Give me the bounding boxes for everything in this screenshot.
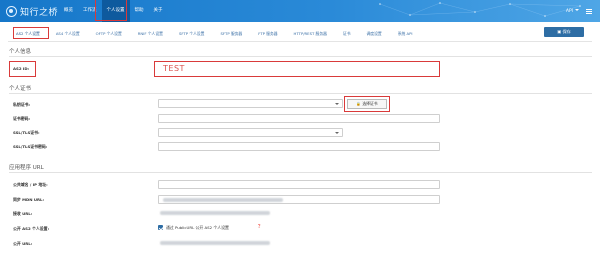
tab-as4[interactable]: AS4 个人设置 — [48, 28, 88, 40]
logo-text: 知行之桥 — [20, 7, 59, 18]
user-menu[interactable]: API — [566, 9, 579, 14]
tls-cert-label: SSL/TLS证书: — [13, 130, 40, 135]
chevron-down-icon — [335, 103, 339, 105]
redacted-value — [160, 211, 270, 215]
tab-oftp[interactable]: OFTP 个人设置 — [88, 28, 130, 40]
tab-sftp[interactable]: SFTP 个人设置 — [171, 28, 213, 40]
tab-highlight-box — [13, 27, 49, 39]
redacted-value — [160, 241, 270, 245]
save-label: 保存 — [562, 29, 571, 34]
menu-icon[interactable] — [586, 8, 592, 14]
private-cert-select[interactable] — [158, 99, 343, 108]
tab-rnif[interactable]: RNIF 个人设置 — [130, 28, 171, 40]
private-cert-label: 私钥证书: — [13, 102, 31, 107]
section-title-personal-info: 个人信息 — [9, 49, 32, 55]
cert-password-label: 证书密码: — [13, 116, 31, 121]
nav-item-help[interactable]: 帮助 — [130, 0, 149, 22]
user-area: API — [566, 0, 592, 22]
section-divider — [9, 56, 592, 57]
tab-certificates[interactable]: 证书 — [335, 28, 359, 40]
as2-id-label-highlight — [9, 61, 36, 77]
help-icon[interactable]: ❓ — [257, 224, 261, 228]
receive-url-label: 接收 URL: — [13, 211, 33, 216]
nav-item-overview[interactable]: 概览 — [59, 0, 78, 22]
cert-password-field[interactable] — [158, 114, 440, 123]
user-name: API — [565, 8, 573, 14]
public-profile-check-label: 通过 PublicURL 公开 AS2 个人设置 — [166, 225, 229, 230]
as2-id-field-highlight — [154, 61, 440, 77]
tls-password-field[interactable] — [158, 142, 440, 151]
tab-system-api[interactable]: 系统 API — [390, 28, 421, 40]
tls-password-label: SSL/TLS证书密码: — [13, 144, 48, 149]
select-cert-highlight — [344, 96, 390, 112]
nav-highlight-box — [95, 0, 127, 21]
public-domain-label: 公共域名 / IP 地址: — [13, 182, 48, 187]
public-url-label: 公开 URL: — [13, 241, 33, 246]
top-nav-bar: 知行之桥 概览 工作流 个人设置 帮助 关于 API — [0, 0, 600, 22]
tab-http-rest-server[interactable]: HTTP/REST 服务器 — [286, 28, 335, 40]
mdn-url-field[interactable] — [158, 195, 440, 204]
redacted-value — [163, 198, 283, 202]
public-profile-label: 公开 AS2 个人设置: — [13, 226, 50, 231]
mdn-url-label: 同步 MDN URL: — [13, 197, 45, 202]
section-title-app-url: 应用程序 URL — [9, 165, 44, 171]
public-profile-checkbox[interactable] — [158, 225, 163, 230]
logo-icon — [6, 5, 17, 17]
tab-sftp-server[interactable]: SFTP 服务器 — [212, 28, 250, 40]
section-divider — [9, 93, 592, 94]
chevron-down-icon — [575, 9, 579, 11]
section-title-certificates: 个人证书 — [9, 86, 32, 92]
tab-schedule[interactable]: 调度设置 — [359, 28, 390, 40]
public-domain-field[interactable] — [158, 180, 440, 189]
profile-tabs: AS2 个人设置 AS4 个人设置 OFTP 个人设置 RNIF 个人设置 SF… — [8, 28, 421, 42]
app-logo[interactable]: 知行之桥 — [6, 4, 58, 18]
section-divider — [9, 172, 592, 173]
tab-ftp-server[interactable]: FTP 服务器 — [250, 28, 285, 40]
tabs-divider — [8, 41, 592, 42]
nav-item-about[interactable]: 关于 — [149, 0, 168, 22]
save-button[interactable]: ▣ 保存 — [544, 27, 584, 37]
tls-cert-select[interactable] — [158, 128, 343, 137]
chevron-down-icon — [335, 132, 339, 134]
